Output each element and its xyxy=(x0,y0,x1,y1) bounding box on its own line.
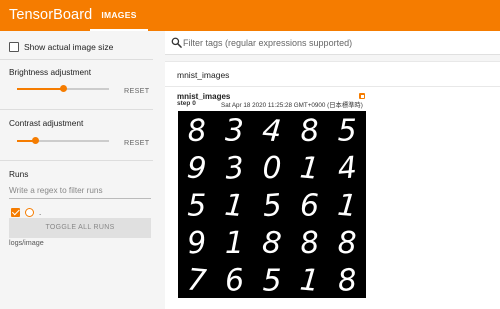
tab-images[interactable]: IMAGES xyxy=(90,0,148,31)
mnist-image-grid[interactable]: 8348593014515619188876518 xyxy=(178,111,366,298)
mnist-digit: 4 xyxy=(336,150,358,187)
tab-images-label: IMAGES xyxy=(101,10,137,20)
mnist-digit: 5 xyxy=(187,189,206,224)
category-header[interactable]: mnist_images xyxy=(165,61,500,87)
show-actual-size-label: Show actual image size xyxy=(24,42,114,52)
mnist-digit: 1 xyxy=(225,226,244,261)
mnist-digit: 8 xyxy=(186,113,208,150)
mnist-digit: 5 xyxy=(262,263,281,298)
mnist-digit: 8 xyxy=(299,113,321,150)
mnist-digit: 6 xyxy=(223,263,245,298)
brightness-label: Brightness adjustment xyxy=(9,67,92,77)
runs-label: Runs xyxy=(9,169,29,179)
mnist-digit: 3 xyxy=(223,150,245,187)
mnist-digit: 3 xyxy=(225,114,244,149)
mnist-digit: 8 xyxy=(336,263,358,298)
contrast-label: Contrast adjustment xyxy=(9,118,84,128)
card-step-label: step xyxy=(177,100,191,107)
search-icon xyxy=(171,37,182,48)
main-panel: mnist_images mnist_images step 0 Sat Apr… xyxy=(165,31,500,309)
run-regex-input[interactable] xyxy=(9,185,151,199)
tag-filter-input[interactable] xyxy=(183,35,483,51)
sidebar-divider xyxy=(0,160,153,161)
run-log-path: logs/image xyxy=(9,238,44,247)
sidebar-divider xyxy=(0,109,153,110)
run-item[interactable]: . xyxy=(11,206,41,218)
mnist-digit: 8 xyxy=(299,225,321,262)
contrast-slider[interactable] xyxy=(17,136,109,146)
tag-filter-bar xyxy=(165,31,500,55)
toggle-all-runs-button[interactable]: TOGGLE ALL RUNS xyxy=(9,218,151,238)
app-title: TensorBoard xyxy=(9,7,93,23)
run-color-radio[interactable] xyxy=(25,207,34,217)
expand-icon[interactable] xyxy=(359,93,365,99)
contrast-reset-button[interactable]: RESET xyxy=(124,138,149,147)
image-card: mnist_images step 0 Sat Apr 18 2020 11:2… xyxy=(165,87,500,309)
mnist-digit: 9 xyxy=(186,225,208,262)
mnist-digit: 1 xyxy=(336,188,358,225)
brightness-slider-knob[interactable] xyxy=(59,85,67,92)
card-step: step 0 xyxy=(177,100,196,107)
contrast-slider-knob[interactable] xyxy=(31,137,39,144)
mnist-digit: 5 xyxy=(338,114,357,149)
mnist-digit: 5 xyxy=(261,188,283,225)
sidebar-divider xyxy=(0,59,153,60)
mnist-digit: 1 xyxy=(298,263,320,298)
run-name: . xyxy=(39,207,42,217)
mnist-digit: 7 xyxy=(186,263,208,298)
mnist-digit: 1 xyxy=(223,188,245,225)
show-actual-size-checkbox[interactable] xyxy=(9,42,19,52)
mnist-digit: 9 xyxy=(186,150,208,187)
mnist-digit-canvas: 8 3 4 8 59 3 0 1 45 1 5 6 19 1 8 8 87 6 5 1 8 xyxy=(186,113,359,298)
top-app-bar: TensorBoard IMAGES xyxy=(0,0,500,31)
sidebar: Show actual image size Brightness adjust… xyxy=(0,31,165,309)
mnist-digit: 0 xyxy=(262,151,281,186)
brightness-slider-fill xyxy=(17,88,63,90)
card-timestamp: Sat Apr 18 2020 11:25:28 GMT+0900 (日本標準時… xyxy=(221,102,363,109)
mnist-digit: 8 xyxy=(338,226,357,261)
mnist-digit: 8 xyxy=(261,225,283,262)
mnist-digit: 6 xyxy=(300,189,319,224)
category-title: mnist_images xyxy=(177,70,230,80)
run-checkbox[interactable] xyxy=(11,207,20,217)
mnist-digit: 1 xyxy=(298,150,320,187)
show-actual-size-toggle[interactable]: Show actual image size xyxy=(9,40,113,54)
mnist-digit: 4 xyxy=(261,113,283,150)
brightness-reset-button[interactable]: RESET xyxy=(124,86,149,95)
card-step-value: 0 xyxy=(192,100,196,107)
brightness-slider[interactable] xyxy=(17,84,109,94)
